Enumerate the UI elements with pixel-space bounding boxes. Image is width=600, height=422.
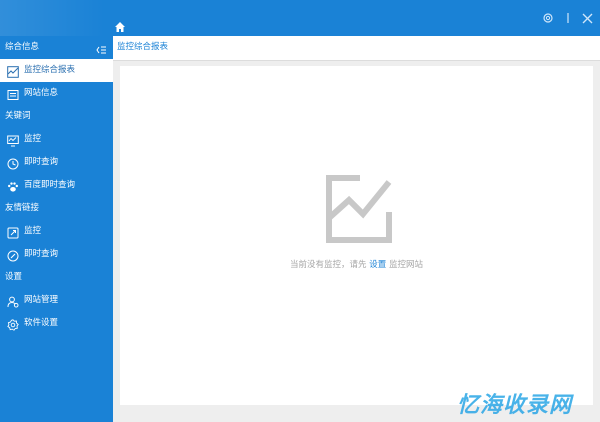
setup-link[interactable]: 设置 — [369, 260, 386, 270]
sidebar-item-site-info[interactable]: 网站信息 — [0, 82, 113, 105]
section-header-label: 综合信息 — [5, 42, 40, 52]
close-icon[interactable] — [581, 12, 594, 25]
paw-icon — [7, 180, 19, 192]
empty-state-text-after: 监控网站 — [388, 260, 423, 270]
sidebar-item-label: 百度即时查询 — [24, 180, 76, 190]
sidebar-item-site-management[interactable]: 网站管理 — [0, 289, 113, 312]
main-header: 监控综合报表 — [113, 36, 600, 61]
sidebar-item-link-instant-query[interactable]: 即时查询 — [0, 243, 113, 266]
monitor-icon — [7, 134, 19, 147]
sidebar-item-label: 软件设置 — [24, 318, 59, 328]
content-area: 当前没有监控，请先 设置 监控网站 — [113, 61, 600, 422]
window-controls — [541, 10, 594, 26]
link-icon — [7, 226, 19, 239]
sidebar-item-label: 即时查询 — [24, 249, 59, 259]
id-card-icon — [7, 88, 19, 100]
sidebar-item-label: 网站管理 — [24, 295, 59, 305]
sidebar-item-label: 监控 — [24, 134, 42, 144]
section-header-friend-links: 友情链接 — [0, 197, 113, 220]
page-title: 监控综合报表 — [117, 42, 169, 52]
sidebar-item-baidu-instant-query[interactable]: 百度即时查询 — [0, 174, 113, 197]
watermark: 忆海收录网 — [456, 393, 572, 418]
minimize-icon[interactable] — [561, 12, 574, 25]
sidebar-item-label: 网站信息 — [24, 88, 59, 98]
title-bar — [0, 0, 600, 36]
sidebar-item-keyword-instant-query[interactable]: 即时查询 — [0, 151, 113, 174]
user-gear-icon — [7, 295, 19, 308]
section-header-label: 关键词 — [5, 111, 31, 121]
collapse-sidebar-icon[interactable] — [96, 42, 107, 54]
home-icon[interactable] — [114, 18, 126, 32]
clock-icon — [7, 157, 19, 170]
app-logo-area — [0, 0, 105, 36]
sidebar: 综合信息 监控综合报表 网站信息 关键词 监控 即时查询 百度即时查询 友情链接… — [0, 36, 113, 422]
section-header-keywords: 关键词 — [0, 105, 113, 128]
sidebar-item-software-settings[interactable]: 软件设置 — [0, 312, 113, 335]
compass-icon — [7, 249, 19, 262]
sidebar-item-label: 监控综合报表 — [24, 65, 76, 75]
empty-chart-icon — [325, 174, 395, 244]
section-header-overview: 综合信息 — [0, 36, 113, 59]
settings-icon[interactable] — [541, 12, 554, 25]
chart-icon — [7, 65, 19, 78]
section-header-label: 设置 — [5, 272, 23, 282]
sidebar-item-link-monitor[interactable]: 监控 — [0, 220, 113, 243]
sidebar-item-monitor-report[interactable]: 监控综合报表 — [0, 59, 113, 82]
empty-state-text-before: 当前没有监控，请先 — [290, 260, 367, 270]
report-panel: 当前没有监控，请先 设置 监控网站 — [120, 66, 593, 405]
sidebar-item-label: 监控 — [24, 226, 42, 236]
section-header-settings: 设置 — [0, 266, 113, 289]
gear-icon — [7, 318, 19, 331]
sidebar-item-label: 即时查询 — [24, 157, 59, 167]
empty-state-message: 当前没有监控，请先 设置 监控网站 — [120, 258, 593, 270]
section-header-label: 友情链接 — [5, 203, 40, 213]
sidebar-item-keyword-monitor[interactable]: 监控 — [0, 128, 113, 151]
